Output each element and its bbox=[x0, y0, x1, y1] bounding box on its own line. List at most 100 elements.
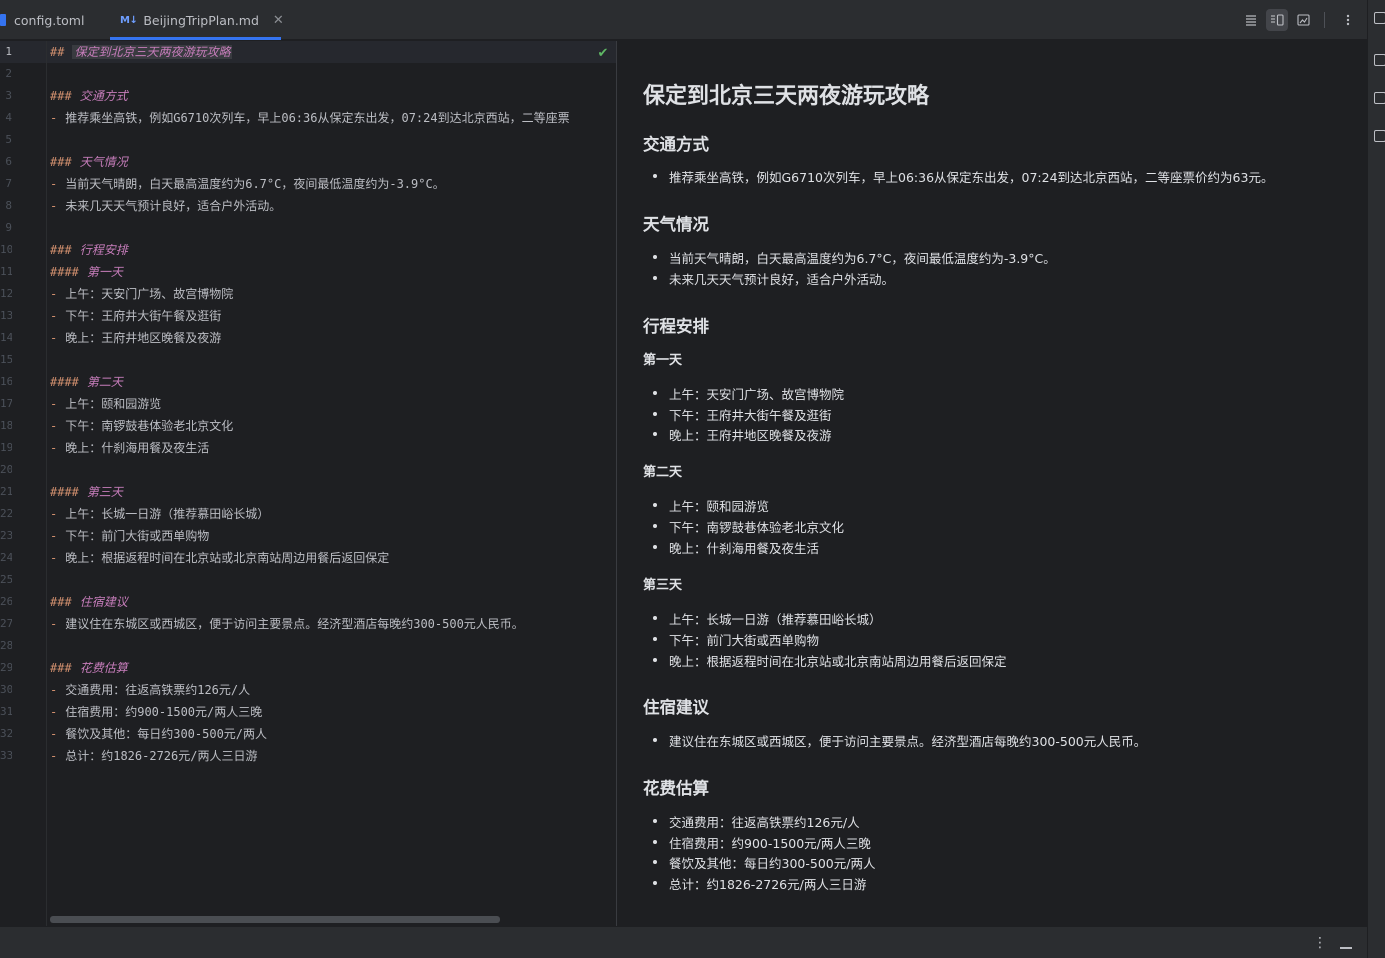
list-item: 未来几天天气预计良好，适合户外活动。 bbox=[652, 269, 894, 288]
list-text: 晚上：根据返程时间在北京站或北京南站周边用餐后返回保定 bbox=[65, 551, 390, 565]
preview-heading-itinerary: 行程安排 bbox=[643, 317, 709, 336]
heading-marker: ### bbox=[50, 155, 72, 169]
tab-config-toml[interactable]: config.toml bbox=[0, 0, 110, 40]
code-line[interactable]: - 下午：南锣鼓巷体验老北京文化 bbox=[50, 415, 233, 437]
editor-only-button[interactable] bbox=[1240, 9, 1262, 31]
no-problems-check-icon[interactable]: ✔ bbox=[595, 45, 611, 61]
code-line[interactable]: - 建议住在东城区或西城区，便于访问主要景点。经济型酒店每晚约300-500元人民… bbox=[50, 613, 524, 635]
heading-text: 花费估算 bbox=[79, 661, 128, 675]
list-text: 晚上：什刹海用餐及夜生活 bbox=[65, 441, 210, 455]
list-item: 餐饮及其他：每日约300-500元/两人 bbox=[652, 853, 875, 872]
heading-marker: ## bbox=[50, 45, 65, 59]
line-number: 12 bbox=[0, 287, 12, 300]
line-number: 28 bbox=[0, 639, 12, 652]
code-line[interactable]: - 下午：王府井大街午餐及逛街 bbox=[50, 305, 221, 327]
code-line[interactable]: ### 花费估算 bbox=[50, 657, 128, 679]
line-number: 14 bbox=[0, 331, 12, 344]
heading-text: 交通方式 bbox=[79, 89, 128, 103]
more-actions-button[interactable] bbox=[1337, 9, 1359, 31]
line-number: 31 bbox=[0, 705, 12, 718]
preview-heading-transport: 交通方式 bbox=[643, 135, 709, 154]
notifications-icon[interactable] bbox=[1374, 12, 1385, 24]
bullet-marker: - bbox=[50, 309, 58, 323]
code-line[interactable]: - 晚上：根据返程时间在北京站或北京南站周边用餐后返回保定 bbox=[50, 547, 389, 569]
line-number-gutter[interactable]: 1 2 3 4 5 6 7 8 9 10 11 12 13 14 15 16 17 18 19 20 21 22 23 24 2… bbox=[0, 41, 47, 926]
preview-only-button[interactable] bbox=[1292, 9, 1314, 31]
code-line[interactable]: - 未来几天天气预计良好，适合户外活动。 bbox=[50, 195, 281, 217]
code-line[interactable]: ## 保定到北京三天两夜游玩攻略 bbox=[50, 41, 233, 63]
code-line[interactable]: - 总计：约1826-2726元/两人三日游 bbox=[50, 745, 257, 767]
code-line[interactable]: - 上午：天安门广场、故宫博物院 bbox=[50, 283, 233, 305]
line-number: 19 bbox=[0, 441, 12, 454]
code-line[interactable]: - 当前天气晴朗，白天最高温度约为6.7°C，夜间最低温度约为-3.9°C。 bbox=[50, 173, 445, 195]
code-line[interactable]: ### 行程安排 bbox=[50, 239, 128, 261]
list-item: 总计：约1826-2726元/两人三日游 bbox=[652, 874, 866, 893]
list-item: 上午：长城一日游（推荐慕田峪长城） bbox=[653, 609, 882, 628]
bullet-marker: - bbox=[50, 287, 58, 301]
preview-subheading-day3: 第三天 bbox=[643, 578, 683, 593]
line-number: 10 bbox=[0, 243, 12, 256]
right-tool-window-strip bbox=[1367, 0, 1385, 958]
code-line[interactable]: #### 第三天 bbox=[50, 481, 123, 503]
bullet-marker: - bbox=[50, 111, 58, 125]
editor-tab-bar: config.toml M↓ BeijingTripPlan.md ✕ bbox=[0, 0, 1367, 40]
code-line[interactable]: #### 第二天 bbox=[50, 371, 123, 393]
code-line[interactable]: - 上午：颐和园游览 bbox=[50, 393, 161, 415]
bullet-marker: - bbox=[50, 419, 58, 433]
bullet-marker: - bbox=[50, 529, 58, 543]
toolbar-separator bbox=[1324, 12, 1325, 28]
list-text: 下午：王府井大街午餐及逛街 bbox=[65, 309, 222, 323]
preview-subheading-day1: 第一天 bbox=[643, 353, 683, 368]
copilot-icon[interactable] bbox=[1374, 130, 1385, 142]
heading-text: 第二天 bbox=[86, 375, 123, 389]
list-text: 交通费用：往返高铁票约126元/人 bbox=[65, 683, 251, 697]
line-number: 13 bbox=[0, 309, 12, 322]
code-line[interactable]: - 住宿费用：约900-1500元/两人三晚 bbox=[50, 701, 262, 723]
code-line[interactable]: ### 天气情况 bbox=[50, 151, 128, 173]
split-view-button[interactable] bbox=[1266, 9, 1288, 31]
code-line[interactable]: - 交通费用：往返高铁票约126元/人 bbox=[50, 679, 250, 701]
preview-heading-cost: 花费估算 bbox=[643, 779, 709, 798]
code-line[interactable]: - 晚上：什刹海用餐及夜生活 bbox=[50, 437, 209, 459]
lines-icon bbox=[1246, 15, 1256, 26]
code-line[interactable]: - 晚上：王府井地区晚餐及夜游 bbox=[50, 327, 221, 349]
editor-view-toolbar bbox=[1236, 0, 1367, 40]
list-item: 晚上：王府井地区晚餐及夜游 bbox=[653, 425, 832, 444]
options-more-icon[interactable]: ⋮ bbox=[1313, 935, 1327, 951]
heading-text: 第一天 bbox=[86, 265, 123, 279]
more-vertical-icon bbox=[1346, 14, 1350, 26]
code-line[interactable]: ### 交通方式 bbox=[50, 85, 128, 107]
tab-label: BeijingTripPlan.md bbox=[143, 12, 259, 28]
code-line[interactable]: - 推荐乘坐高铁，例如G6710次列车，早上06:36从保定东出发，07:24到达… bbox=[50, 107, 570, 129]
code-line[interactable]: ### 住宿建议 bbox=[50, 591, 128, 613]
code-line[interactable]: #### 第一天 bbox=[50, 261, 123, 283]
horizontal-scrollbar[interactable] bbox=[50, 916, 500, 923]
list-item: 建议住在东城区或西城区，便于访问主要景点。经济型酒店每晚约300-500元人民币… bbox=[652, 731, 1146, 750]
minimize-icon[interactable] bbox=[1340, 947, 1352, 949]
line-number: 17 bbox=[0, 397, 12, 410]
tab-beijing-trip-plan[interactable]: M↓ BeijingTripPlan.md ✕ bbox=[110, 0, 284, 40]
markdown-editor[interactable]: 1 2 3 4 5 6 7 8 9 10 11 12 13 14 15 16 17 18 19 20 21 22 23 24 2… bbox=[0, 41, 617, 926]
list-text: 上午：颐和园游览 bbox=[65, 397, 162, 411]
heading-text: 住宿建议 bbox=[79, 595, 128, 609]
line-number: 26 bbox=[0, 595, 12, 608]
database-icon[interactable] bbox=[1374, 92, 1385, 104]
list-item: 下午：前门大街或西单购物 bbox=[652, 630, 819, 649]
bullet-marker: - bbox=[50, 705, 58, 719]
heading-marker: ### bbox=[50, 595, 72, 609]
line-number: 2 bbox=[5, 67, 12, 80]
line-number: 3 bbox=[5, 89, 12, 102]
close-tab-icon[interactable]: ✕ bbox=[273, 13, 284, 28]
markdown-file-icon: M↓ bbox=[120, 14, 138, 26]
code-line[interactable]: - 下午：前门大街或西单购物 bbox=[50, 525, 209, 547]
line-number: 5 bbox=[5, 133, 12, 146]
code-line[interactable]: - 上午：长城一日游（推荐慕田峪长城） bbox=[50, 503, 269, 525]
split-editor-preview-icon bbox=[1271, 14, 1284, 26]
markdown-preview: 保定到北京三天两夜游玩攻略 交通方式 推荐乘坐高铁，例如G6710次列车，早上0… bbox=[617, 41, 1367, 926]
ai-assistant-icon[interactable] bbox=[1374, 54, 1385, 66]
line-number: 1 bbox=[5, 45, 12, 58]
bullet-marker: - bbox=[50, 551, 58, 565]
code-line[interactable]: - 餐饮及其他：每日约300-500元/两人 bbox=[50, 723, 267, 745]
list-text: 餐饮及其他：每日约300-500元/两人 bbox=[65, 727, 268, 741]
bullet-marker: - bbox=[50, 749, 58, 763]
